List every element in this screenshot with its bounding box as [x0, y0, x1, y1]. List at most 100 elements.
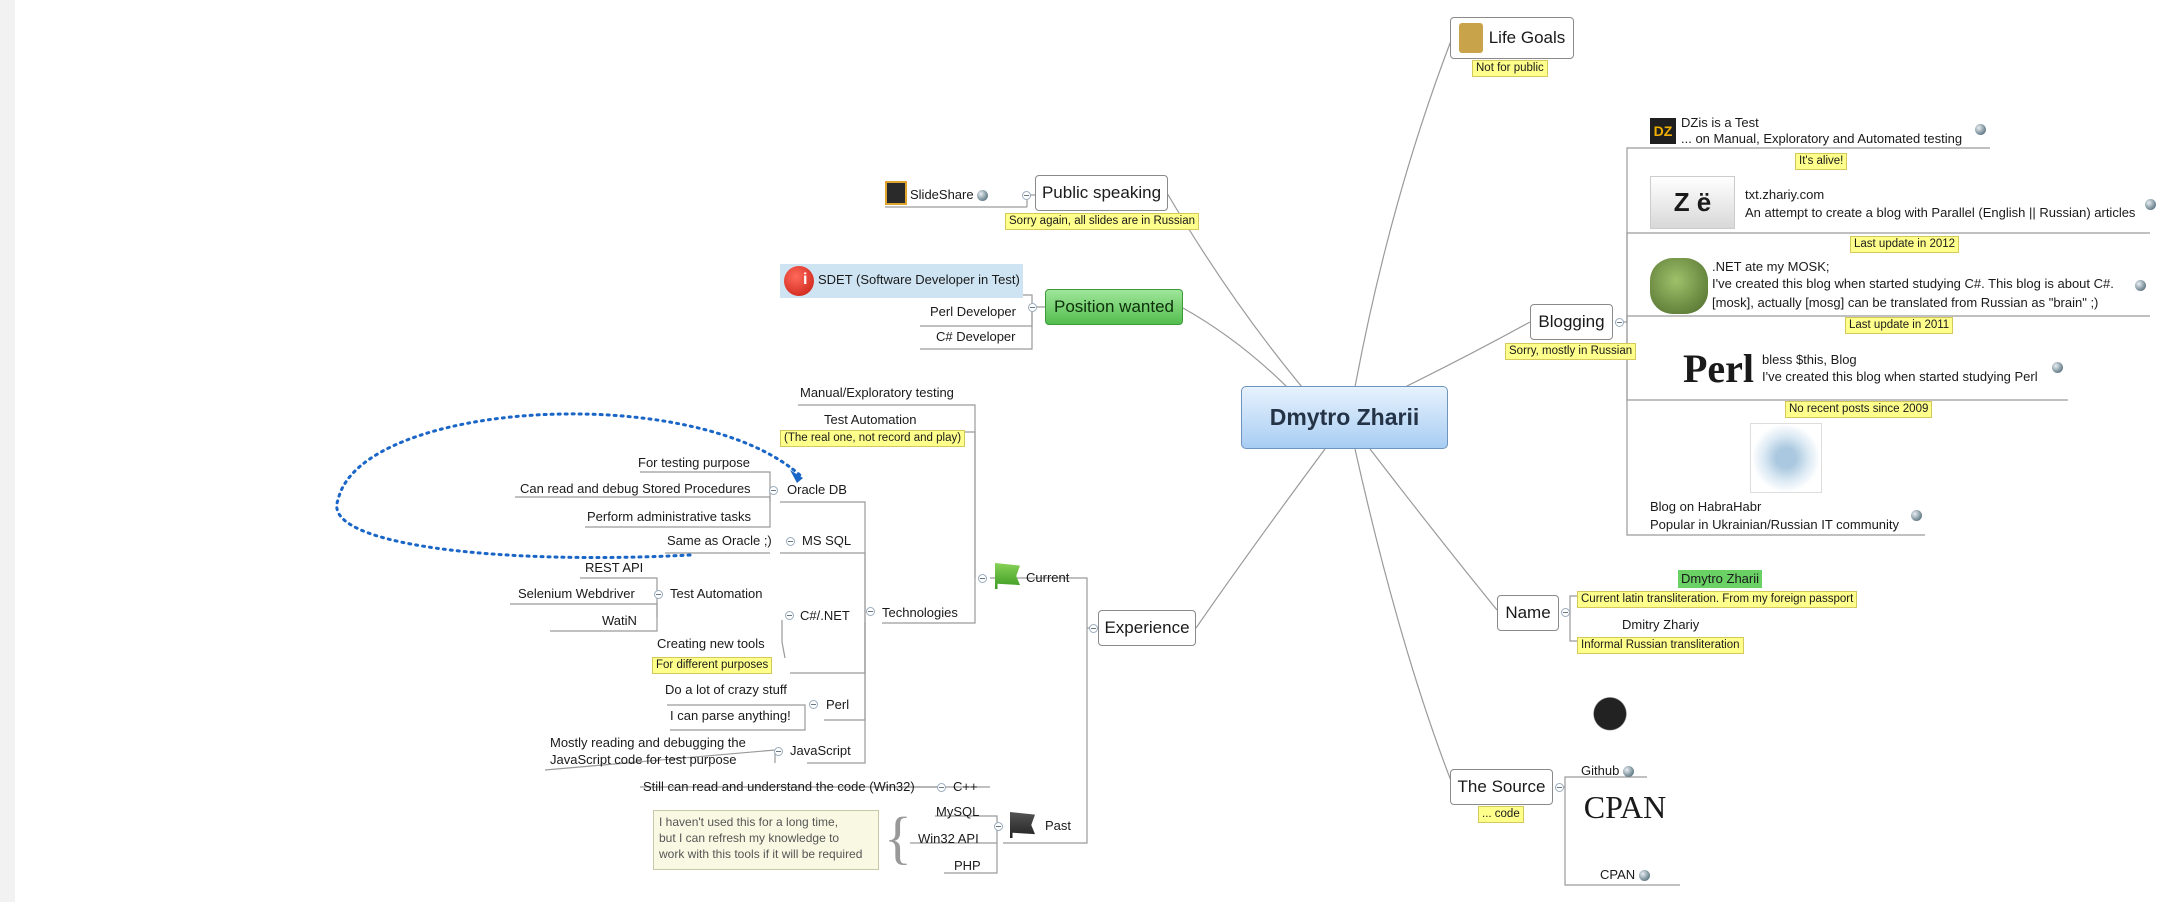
life-goals-topic[interactable]: Life Goals	[1450, 17, 1574, 59]
collapse-icon[interactable]	[978, 574, 987, 583]
github-octocat-icon	[1575, 690, 1645, 758]
txt-subtitle: An attempt to create a blog with Paralle…	[1745, 205, 2136, 220]
crazy-stuff-item[interactable]: Do a lot of crazy stuff	[665, 682, 787, 698]
php-item[interactable]: PHP	[954, 858, 981, 874]
win32-api-item[interactable]: Win32 API	[918, 831, 979, 847]
current-name-item[interactable]: Dmytro Zharii	[1678, 570, 1763, 588]
csharp-net-item[interactable]: C#/.NET	[800, 608, 850, 624]
perl-logo: Perl	[1682, 345, 1754, 391]
collapse-icon[interactable]	[994, 822, 1003, 831]
collapse-icon[interactable]	[809, 700, 818, 709]
manual-testing-item[interactable]: Manual/Exploratory testing	[800, 385, 954, 401]
perl-developer-item[interactable]: Perl Developer	[930, 304, 1016, 320]
link-globe-icon[interactable]	[2145, 199, 2156, 210]
source-note: ... code	[1478, 806, 1524, 823]
cpp-item[interactable]: C++	[953, 779, 978, 795]
cpan-logo: CPAN	[1583, 789, 1667, 825]
admin-tasks-item[interactable]: Perform administrative tasks	[587, 509, 751, 525]
link-globe-icon[interactable]	[1975, 124, 1986, 135]
experience-topic[interactable]: Experience	[1098, 610, 1196, 646]
blogging-note: Sorry, mostly in Russian	[1505, 343, 1637, 360]
past-label[interactable]: Past	[1045, 818, 1071, 834]
public-speaking-note: Sorry again, all slides are in Russian	[1005, 213, 1200, 230]
collapse-icon[interactable]	[786, 537, 795, 546]
source-topic[interactable]: The Source	[1450, 769, 1553, 805]
perl-blog-title[interactable]: bless $this, Blog	[1762, 352, 1857, 368]
habr-title[interactable]: Blog on HabraHabr	[1650, 499, 1761, 515]
comment-line-2: but I can refresh my knowledge to	[659, 831, 840, 845]
info-icon	[784, 266, 814, 296]
comment-line-1: I haven't used this for a long time,	[659, 815, 839, 829]
collapse-icon[interactable]	[1555, 783, 1564, 792]
mssql-item[interactable]: MS SQL	[802, 533, 851, 549]
life-goals-label: Life Goals	[1488, 28, 1566, 47]
dzis-note: It's alive!	[1795, 153, 1848, 170]
collapse-icon[interactable]	[774, 747, 783, 756]
csharp-developer-item[interactable]: C# Developer	[936, 329, 1016, 345]
collapse-icon[interactable]	[1028, 303, 1037, 312]
collapse-icon[interactable]	[769, 486, 778, 495]
past-comment: I haven't used this for a long time, but…	[653, 810, 879, 870]
net-note: Last update in 2011	[1845, 317, 1954, 334]
cpp-desc: Still can read and understand the code (…	[643, 779, 915, 794]
blogging-topic[interactable]: Blogging	[1530, 304, 1613, 340]
dzis-subtitle: ... on Manual, Exploratory and Automated…	[1681, 131, 1963, 146]
for-testing-item[interactable]: For testing purpose	[638, 455, 750, 471]
dzis-title[interactable]: DZis is a Test	[1681, 115, 1759, 131]
zombie-image	[1650, 258, 1708, 314]
creating-tools-item[interactable]: Creating new tools	[657, 636, 765, 652]
collapse-icon[interactable]	[654, 590, 663, 599]
javascript-item[interactable]: JavaScript	[790, 743, 851, 759]
github-link[interactable]: Github	[1581, 763, 1634, 779]
collapse-icon[interactable]	[1615, 318, 1624, 327]
oracle-db-item[interactable]: Oracle DB	[787, 482, 847, 498]
watin-item[interactable]: WatiN	[602, 613, 637, 629]
mysql-item[interactable]: MySQL	[936, 804, 979, 820]
stored-procedures-item[interactable]: Can read and debug Stored Procedures	[520, 481, 751, 497]
rest-api-item[interactable]: REST API	[585, 560, 643, 576]
collapse-icon[interactable]	[937, 783, 946, 792]
collapse-icon[interactable]	[866, 607, 875, 616]
net-subtitle-2: [mosk], actually [mosg] can be translate…	[1712, 295, 2099, 310]
lock-icon	[1458, 23, 1483, 53]
javascript-desc-1: Mostly reading and debugging the	[550, 735, 746, 750]
link-globe-icon[interactable]	[1911, 510, 1922, 521]
txt-blog-logo: Z ё	[1650, 176, 1735, 229]
perl-item[interactable]: Perl	[826, 697, 849, 713]
parse-anything-item[interactable]: I can parse anything!	[670, 708, 791, 724]
collapse-icon[interactable]	[1561, 608, 1570, 617]
net-title[interactable]: .NET ate my MOSK;	[1712, 259, 1830, 275]
same-as-oracle-item[interactable]: Same as Oracle ;)	[667, 533, 772, 549]
collapse-icon[interactable]	[1089, 624, 1098, 633]
dzis-logo: DZ	[1650, 118, 1676, 144]
informal-name-item[interactable]: Dmitry Zhariy	[1622, 617, 1699, 633]
collapse-icon[interactable]	[1022, 191, 1031, 200]
cpan-link[interactable]: CPAN	[1600, 867, 1650, 883]
javascript-desc-2: JavaScript code for test purpose	[550, 752, 737, 767]
link-globe-icon	[977, 190, 989, 202]
brace-glyph: {	[884, 805, 912, 870]
position-wanted-topic[interactable]: Position wanted	[1045, 289, 1183, 325]
selenium-item[interactable]: Selenium Webdriver	[518, 586, 635, 602]
link-globe-icon[interactable]	[2135, 280, 2146, 291]
collapse-icon[interactable]	[785, 611, 794, 620]
central-topic[interactable]: Dmytro Zharii	[1241, 386, 1448, 449]
public-speaking-topic[interactable]: Public speaking	[1035, 175, 1168, 211]
test-automation-sub-item[interactable]: Test Automation	[670, 586, 763, 602]
current-label[interactable]: Current	[1026, 570, 1069, 586]
test-automation-item[interactable]: Test Automation	[824, 412, 917, 428]
technologies-item[interactable]: Technologies	[882, 605, 958, 621]
habrahabr-logo	[1750, 423, 1822, 493]
txt-title[interactable]: txt.zhariy.com	[1745, 187, 1824, 203]
perl-blog-note: No recent posts since 2009	[1785, 401, 1933, 418]
test-automation-note: (The real one, not record and play)	[780, 430, 966, 447]
name-topic[interactable]: Name	[1497, 595, 1559, 631]
informal-name-note: Informal Russian transliteration	[1577, 637, 1744, 654]
link-globe-icon[interactable]	[2052, 362, 2063, 373]
net-subtitle-1: I've created this blog when started stud…	[1712, 276, 2114, 291]
different-purposes-note: For different purposes	[652, 657, 773, 674]
txt-note: Last update in 2012	[1850, 236, 1960, 253]
perl-blog-subtitle: I've created this blog when started stud…	[1762, 369, 2038, 384]
link-globe-icon	[1622, 766, 1634, 778]
slideshare-link[interactable]: SlideShare	[910, 187, 989, 203]
